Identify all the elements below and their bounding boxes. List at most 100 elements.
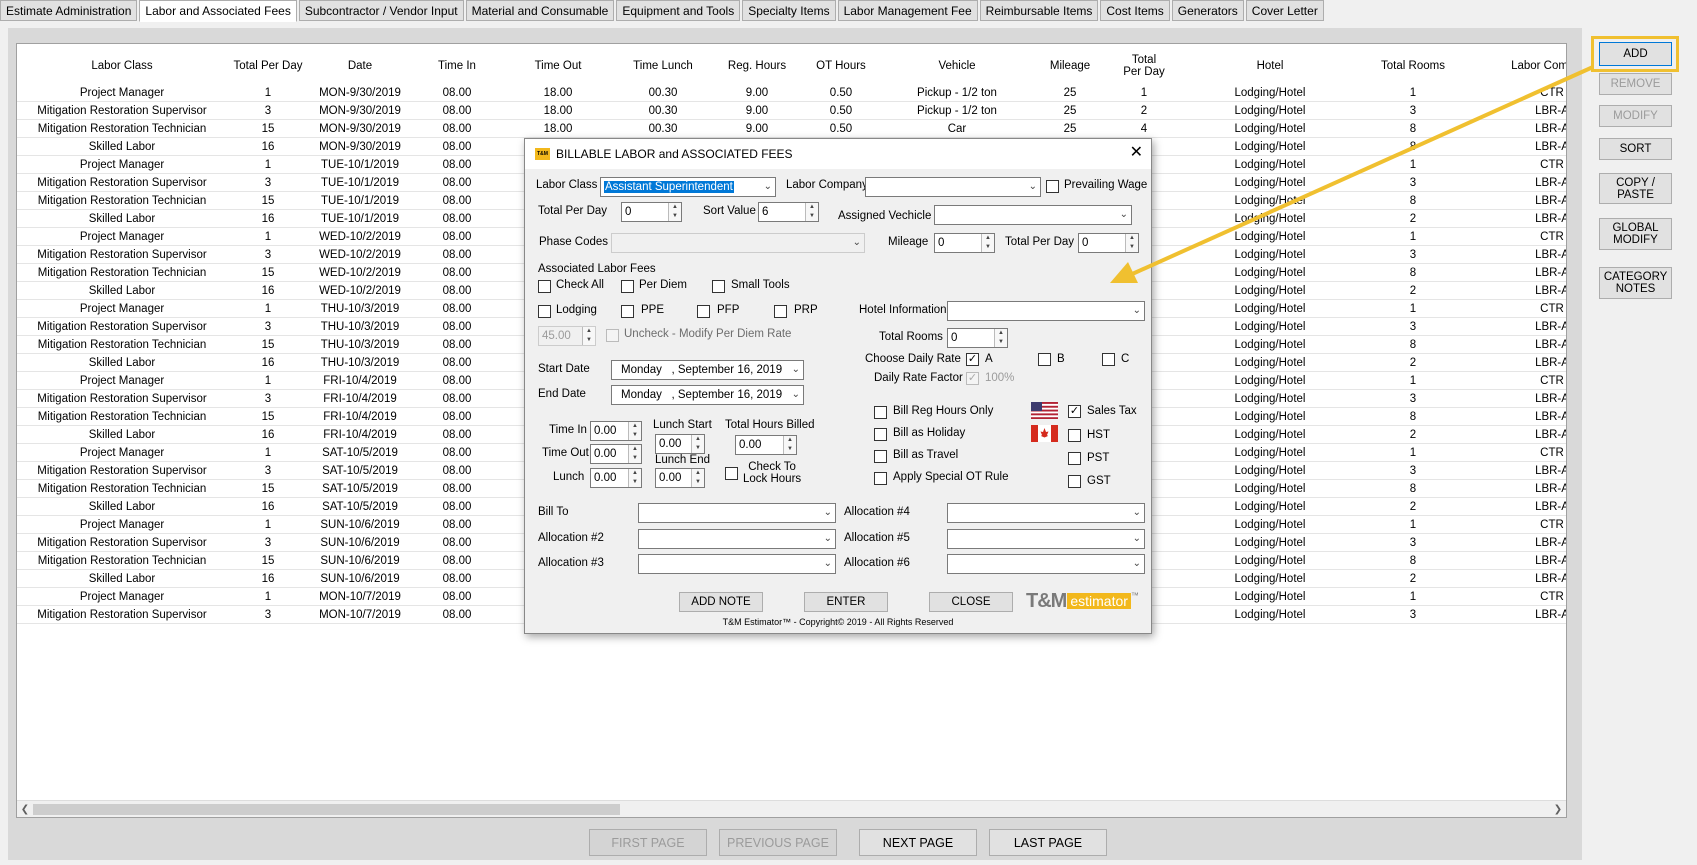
column-header[interactable]: Time Out	[503, 48, 613, 84]
next-page-button[interactable]: NEXT PAGE	[859, 829, 977, 856]
total-rooms-input[interactable]: 0 ▲ ▼	[947, 328, 1008, 348]
total-per-day-input[interactable]: 0 ▲ ▼	[621, 202, 682, 222]
tab-material-and-consumable[interactable]: Material and Consumable	[465, 0, 615, 21]
check-all-checkbox[interactable]	[538, 280, 551, 293]
pst-checkbox[interactable]	[1068, 452, 1081, 465]
spinner-icon[interactable]: ▲ ▼	[628, 469, 641, 487]
rate-c-checkbox[interactable]	[1102, 353, 1115, 366]
table-row[interactable]: Project Manager 1 MON-9/30/2019 08.00 18.00 0…	[17, 84, 1566, 102]
allocation-2-select[interactable]: ⌄	[638, 529, 836, 549]
bill-travel-checkbox[interactable]	[874, 450, 887, 463]
scroll-right-icon[interactable]: ❯	[1550, 801, 1566, 817]
spinner-icon[interactable]: ▲ ▼	[981, 234, 994, 252]
column-header[interactable]: Date	[309, 48, 411, 84]
spinner-icon[interactable]: ▲ ▼	[994, 329, 1007, 347]
modify-per-diem-checkbox[interactable]	[606, 329, 619, 342]
end-date-picker[interactable]: Monday , September 16, 2019 ⌄	[611, 385, 804, 405]
tab-reimbursable-items[interactable]: Reimbursable Items	[979, 0, 1099, 21]
remove-button[interactable]: REMOVE	[1599, 73, 1672, 95]
last-page-button[interactable]: LAST PAGE	[989, 829, 1107, 856]
tab-labor-and-associated-fees[interactable]: Labor and Associated Fees	[139, 0, 297, 22]
column-header[interactable]: Time In	[411, 48, 503, 84]
tab-subcontractor-vendor-input[interactable]: Subcontractor / Vendor Input	[298, 0, 464, 21]
modify-button[interactable]: MODIFY	[1599, 105, 1672, 127]
lunch-input[interactable]: 0.00 ▲ ▼	[590, 468, 642, 488]
column-header[interactable]: Labor Class	[17, 48, 227, 84]
bill-holiday-checkbox[interactable]	[874, 428, 887, 441]
spinner-icon[interactable]: ▲ ▼	[691, 435, 704, 453]
tab-cover-letter[interactable]: Cover Letter	[1245, 0, 1324, 21]
allocation-3-select[interactable]: ⌄	[638, 554, 836, 574]
allocation-4-select[interactable]: ⌄	[947, 503, 1145, 523]
total-hours-billed-input[interactable]: 0.00 ▲ ▼	[735, 435, 797, 455]
tab-specialty-items[interactable]: Specialty Items	[742, 0, 836, 21]
column-header[interactable]: Vehicle	[881, 48, 1033, 84]
column-header[interactable]: Reg. Hours	[713, 48, 801, 84]
ppe-checkbox[interactable]	[621, 305, 634, 318]
column-header[interactable]: OT Hours	[801, 48, 881, 84]
table-row[interactable]: Mitigation Restoration Technician 15 MON-9…	[17, 120, 1566, 138]
spinner-icon[interactable]: ▲ ▼	[668, 203, 681, 221]
time-in-input[interactable]: 0.00 ▲ ▼	[590, 421, 642, 441]
spinner-icon[interactable]: ▲ ▼	[691, 469, 704, 487]
start-date-picker[interactable]: Monday , September 16, 2019 ⌄	[611, 360, 804, 380]
horizontal-scrollbar[interactable]: ❮ ❯	[17, 800, 1566, 817]
gst-checkbox[interactable]	[1068, 475, 1081, 488]
mileage-input[interactable]: 0 ▲ ▼	[934, 233, 995, 253]
tab-cost-items[interactable]: Cost Items	[1100, 0, 1170, 21]
close-button[interactable]: CLOSE	[929, 592, 1013, 612]
rate-a-checkbox[interactable]: ✓	[966, 353, 979, 366]
lunch-start-input[interactable]: 0.00 ▲ ▼	[655, 434, 705, 454]
global-modify-button[interactable]: GLOBAL MODIFY	[1599, 218, 1672, 250]
prp-checkbox[interactable]	[774, 305, 787, 318]
tab-equipment-and-tools[interactable]: Equipment and Tools	[616, 0, 741, 21]
scroll-thumb[interactable]	[33, 804, 620, 815]
lunch-end-input[interactable]: 0.00 ▲ ▼	[655, 468, 705, 488]
bill-to-select[interactable]: ⌄	[638, 503, 836, 523]
lodging-checkbox[interactable]	[538, 305, 551, 318]
special-ot-checkbox[interactable]	[874, 472, 887, 485]
column-header[interactable]: Labor Company	[1467, 48, 1566, 84]
sales-tax-checkbox[interactable]: ✓	[1068, 405, 1081, 418]
sort-value-input[interactable]: 6 ▲ ▼	[758, 202, 819, 222]
assigned-vehicle-select[interactable]: ⌄	[934, 205, 1132, 225]
sort-button[interactable]: SORT	[1599, 138, 1672, 160]
daily-rate-factor-checkbox[interactable]: ✓	[966, 372, 979, 385]
phase-codes-select[interactable]: ⌄	[611, 233, 865, 253]
add-note-button[interactable]: ADD NOTE	[679, 592, 763, 612]
spinner-icon[interactable]: ▲ ▼	[628, 445, 641, 463]
close-icon[interactable]: ✕	[1130, 145, 1143, 161]
allocation-6-select[interactable]: ⌄	[947, 554, 1145, 574]
bill-reg-hours-checkbox[interactable]	[874, 406, 887, 419]
scroll-left-icon[interactable]: ❮	[17, 801, 33, 817]
tab-estimate-administration[interactable]: Estimate Administration	[0, 0, 138, 21]
spinner-icon[interactable]: ▲ ▼	[582, 327, 595, 345]
prevailing-wage-checkbox[interactable]	[1046, 180, 1059, 193]
column-header[interactable]: Mileage	[1033, 48, 1107, 84]
labor-company-select[interactable]: ⌄	[865, 177, 1041, 197]
previous-page-button[interactable]: PREVIOUS PAGE	[719, 829, 837, 856]
column-header[interactable]: Hotel	[1181, 48, 1359, 84]
column-header[interactable]: Total Per Day	[1107, 48, 1181, 84]
lock-hours-checkbox[interactable]	[725, 467, 738, 480]
allocation-5-select[interactable]: ⌄	[947, 529, 1145, 549]
copy-paste-button[interactable]: COPY / PASTE	[1599, 173, 1672, 204]
per-diem-checkbox[interactable]	[621, 280, 634, 293]
time-out-input[interactable]: 0.00 ▲ ▼	[590, 444, 642, 464]
hst-checkbox[interactable]	[1068, 429, 1081, 442]
tab-generators[interactable]: Generators	[1171, 0, 1244, 21]
table-row[interactable]: Mitigation Restoration Supervisor 3 MON-9/…	[17, 102, 1566, 120]
total-per-day2-input[interactable]: 0 ▲ ▼	[1078, 233, 1139, 253]
column-header[interactable]: Total Per Day	[227, 48, 309, 84]
spinner-icon[interactable]: ▲ ▼	[1125, 234, 1138, 252]
spinner-icon[interactable]: ▲ ▼	[783, 436, 796, 454]
first-page-button[interactable]: FIRST PAGE	[589, 829, 707, 856]
enter-button[interactable]: ENTER	[804, 592, 888, 612]
spinner-icon[interactable]: ▲ ▼	[805, 203, 818, 221]
column-header[interactable]: Total Rooms	[1359, 48, 1467, 84]
category-notes-button[interactable]: CATEGORY NOTES	[1599, 267, 1672, 299]
spinner-icon[interactable]: ▲ ▼	[628, 422, 641, 440]
column-header[interactable]: Time Lunch	[613, 48, 713, 84]
tab-labor-management-fee[interactable]: Labor Management Fee	[837, 0, 978, 21]
pfp-checkbox[interactable]	[697, 305, 710, 318]
